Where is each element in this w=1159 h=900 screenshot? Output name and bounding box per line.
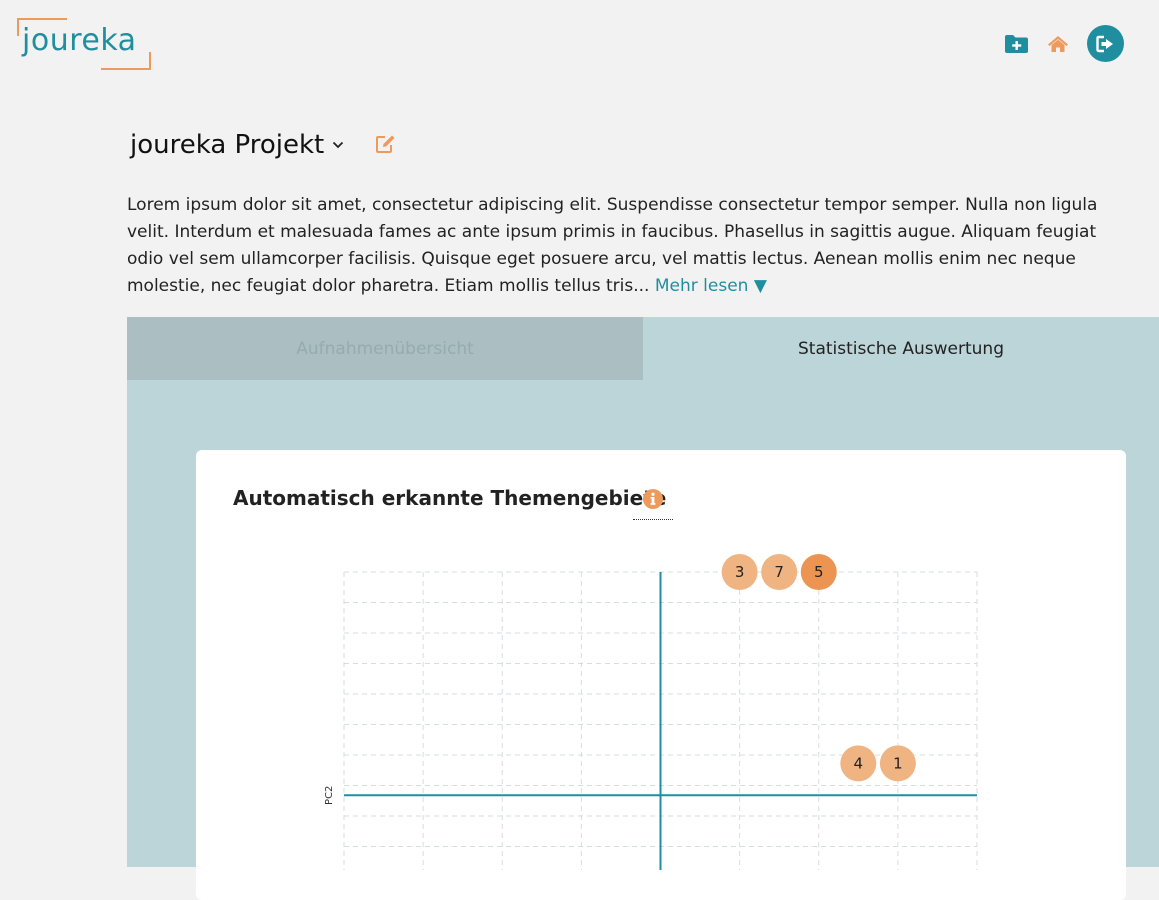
read-more-link[interactable]: Mehr lesen ▼ [655, 276, 767, 296]
project-description-text: Lorem ipsum dolor sit amet, consectetur … [127, 195, 1098, 296]
topics-scatter-chart: PC2 3 7 5 4 1 [324, 554, 978, 870]
topics-card: Automatisch erkannte Themengebiete PC2 3… [196, 450, 1126, 900]
logout-icon[interactable] [1087, 25, 1124, 62]
info-icon[interactable] [642, 488, 664, 510]
topic-point-4[interactable]: 4 [840, 745, 877, 782]
topic-point-1[interactable]: 1 [879, 745, 916, 782]
chevron-down-icon[interactable] [332, 141, 344, 149]
joureka-logo[interactable]: joureka [17, 18, 151, 70]
topic-point-label: 7 [774, 563, 784, 581]
edit-icon[interactable] [375, 134, 396, 158]
project-title-row: joureka Projekt [130, 128, 344, 162]
topic-point-label: 3 [735, 563, 745, 581]
tab-statistical-evaluation[interactable]: Statistische Auswertung [643, 317, 1159, 380]
topic-point-5[interactable]: 5 [800, 554, 837, 590]
topic-point-label: 1 [893, 754, 903, 772]
folder-plus-icon[interactable] [1004, 34, 1029, 54]
topic-point-label: 4 [854, 754, 864, 772]
y-axis-label: PC2 [324, 786, 335, 805]
topic-point-7[interactable]: 7 [761, 554, 798, 590]
tab-panel: Aufnahmenübersicht Statistische Auswertu… [127, 317, 1159, 900]
chart-axes [344, 572, 977, 870]
topics-title: Automatisch erkannte Themengebiete [233, 486, 667, 510]
tab-recordings-overview[interactable]: Aufnahmenübersicht [127, 317, 643, 380]
home-icon[interactable] [1047, 35, 1069, 53]
project-title: joureka Projekt [130, 130, 325, 160]
topic-point-label: 5 [814, 563, 824, 581]
topic-point-3[interactable]: 3 [721, 554, 758, 590]
header-actions [1004, 25, 1124, 62]
project-description: Lorem ipsum dolor sit amet, consectetur … [127, 192, 1137, 300]
topics-info-tooltip[interactable] [633, 488, 673, 520]
logo-text: joureka [22, 23, 137, 58]
